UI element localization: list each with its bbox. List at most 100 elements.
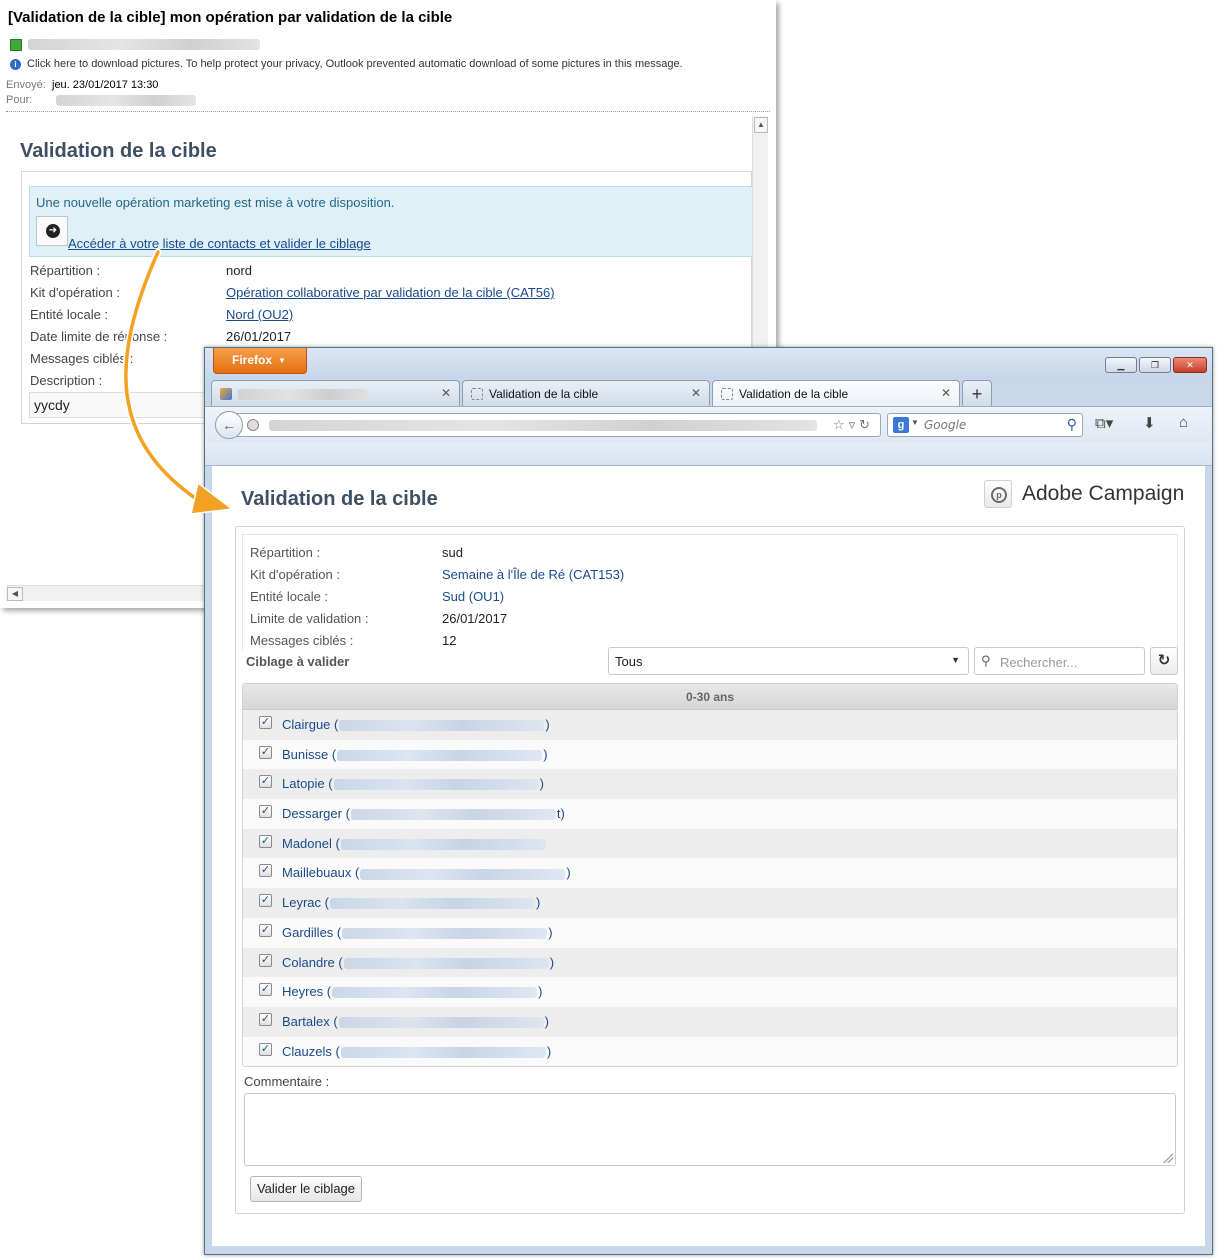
web-search-bar[interactable]: g ▼ Google ⚲: [887, 413, 1083, 437]
contact-checkbox[interactable]: ✓: [259, 716, 272, 729]
refresh-button[interactable]: ↻: [1150, 647, 1178, 675]
field-value: sud: [442, 545, 463, 560]
contact-checkbox[interactable]: ✓: [259, 834, 272, 848]
list-item: ✓ Maillebuaux (): [243, 858, 1177, 889]
contact-entry[interactable]: Latopie (): [282, 776, 544, 791]
picture-info-bar[interactable]: i Click here to download pictures. To hel…: [10, 58, 683, 70]
contact-entry[interactable]: Colandre (): [282, 955, 554, 970]
filter-select[interactable]: Tous ▼: [608, 647, 969, 675]
contact-email-redacted: [329, 898, 535, 910]
contact-items: ✓ Clairgue () ✓ Bunisse () ✓ Latopie () ✓ Dessa…: [243, 710, 1177, 1066]
contact-name: Clairgue: [282, 717, 331, 732]
tab-title: Validation de la cible: [489, 387, 599, 401]
contact-entry[interactable]: Clauzels (): [282, 1044, 551, 1059]
contact-checkbox[interactable]: ✓: [259, 864, 272, 878]
contact-checkbox[interactable]: ✓: [259, 745, 272, 759]
contact-entry[interactable]: Bartalex (): [282, 1014, 549, 1029]
tab-1[interactable]: ✕: [211, 380, 460, 406]
tab-strip: ✕ Validation de la cible ✕ Validation de…: [211, 378, 1211, 406]
contact-checkbox[interactable]: ✓: [259, 953, 272, 967]
go-button[interactable]: ➜: [36, 216, 68, 246]
contact-suffix: ): [548, 924, 553, 940]
sender-address: [28, 39, 260, 51]
close-tab-icon[interactable]: ✕: [691, 386, 701, 400]
list-item: ✓ Leyrac (): [243, 888, 1177, 918]
back-button[interactable]: ←: [215, 411, 243, 439]
list-item: ✓ Heyres (): [243, 977, 1177, 1007]
close-window-button[interactable]: ✕: [1173, 357, 1207, 373]
maximize-button[interactable]: ❐: [1139, 357, 1171, 373]
contact-email-redacted: [340, 838, 546, 850]
contact-entry[interactable]: Leyrac (): [282, 895, 540, 910]
minimize-button[interactable]: ▁: [1105, 357, 1137, 373]
contact-suffix: ): [538, 984, 543, 1000]
contact-email-redacted: [360, 868, 566, 880]
field-label: Limite de validation :: [250, 611, 369, 626]
comment-textarea[interactable]: [244, 1093, 1176, 1166]
contact-search-input[interactable]: ⚲ Rechercher...: [974, 647, 1145, 675]
to-label: Pour:: [6, 94, 33, 106]
contact-checkbox[interactable]: ✓: [259, 805, 272, 819]
field-value: nord: [226, 263, 253, 278]
url-bar[interactable]: ☆▿↻: [235, 413, 881, 437]
navigation-bar: ☆▿↻ ← g ▼ Google ⚲ ⧉▾ ⬇ ⌂: [205, 406, 1212, 442]
close-tab-icon[interactable]: ✕: [941, 386, 951, 400]
sent-label: Envoyé:: [6, 79, 46, 91]
page-title: Validation de la cible: [241, 488, 438, 510]
chevron-down-icon[interactable]: ▼: [911, 418, 919, 427]
google-icon: g: [893, 417, 909, 433]
operation-info: Répartition : sud Kit d'opération : Sema…: [242, 534, 1178, 650]
contact-checkbox[interactable]: ✓: [259, 1012, 272, 1026]
info-icon: i: [10, 59, 21, 70]
contact-suffix: ): [543, 746, 548, 762]
contact-entry[interactable]: Gardilles (): [282, 925, 553, 940]
contact-email-redacted: [338, 1016, 544, 1028]
new-tab-button[interactable]: +: [962, 380, 992, 406]
contact-email-redacted: [337, 749, 543, 761]
contact-entry[interactable]: Dessarger (t): [282, 806, 565, 821]
contact-entry[interactable]: Heyres (): [282, 984, 542, 999]
local-entity-link[interactable]: Nord (OU2): [226, 307, 293, 322]
recipient-address: [56, 94, 196, 106]
validation-card: Répartition : sud Kit d'opération : Sema…: [235, 526, 1185, 1214]
resize-grip-icon[interactable]: [1163, 1153, 1173, 1163]
tab-title-redacted: [238, 389, 368, 401]
home-icon[interactable]: ⌂: [1179, 414, 1188, 431]
contact-checkbox[interactable]: ✓: [259, 775, 272, 789]
bookmarks-icon[interactable]: ⧉▾: [1095, 414, 1113, 432]
firefox-menu-button[interactable]: Firefox ▼: [213, 348, 307, 374]
contact-checkbox[interactable]: ✓: [259, 1042, 272, 1056]
operation-kit-link[interactable]: Semaine à l'Île de Ré (CAT153): [442, 567, 624, 582]
search-icon[interactable]: ⚲: [1067, 416, 1077, 433]
contact-checkbox[interactable]: ✓: [259, 923, 272, 937]
scroll-up-icon[interactable]: ▲: [754, 117, 768, 133]
reload-icon[interactable]: ↻: [859, 417, 874, 432]
contact-entry[interactable]: Maillebuaux (): [282, 865, 571, 880]
operation-kit-link[interactable]: Opération collaborative par validation d…: [226, 285, 555, 300]
tab-3-active[interactable]: Validation de la cible ✕: [712, 380, 960, 406]
list-item: ✓ Bunisse (): [243, 739, 1177, 770]
contact-checkbox[interactable]: ✓: [259, 894, 272, 908]
field-value: 12: [442, 633, 457, 648]
contact-list-link[interactable]: Accéder à votre liste de contacts et val…: [68, 236, 371, 251]
contact-entry[interactable]: Madonel (: [282, 836, 547, 851]
contact-suffix: ): [566, 865, 571, 881]
bookmarks-bar: [205, 442, 1212, 466]
contact-checkbox[interactable]: ✓: [259, 983, 272, 997]
download-icon[interactable]: ⬇: [1143, 414, 1156, 432]
filter-value: Tous: [615, 654, 643, 669]
close-tab-icon[interactable]: ✕: [441, 386, 451, 400]
local-entity-link[interactable]: Sud (OU1): [442, 589, 504, 604]
contact-entry[interactable]: Bunisse (): [282, 747, 548, 762]
contact-email-redacted: [350, 809, 556, 821]
star-icon[interactable]: ☆: [833, 417, 849, 432]
tab-2[interactable]: Validation de la cible ✕: [462, 380, 710, 406]
validate-targeting-button[interactable]: Valider le ciblage: [250, 1176, 362, 1202]
title-bar: Firefox ▼ ▁ ❐ ✕: [205, 348, 1212, 378]
info-bar-text: Click here to download pictures. To help…: [27, 58, 683, 70]
scroll-left-icon[interactable]: ◀: [7, 587, 23, 601]
chevron-down-icon[interactable]: ▿: [849, 417, 860, 432]
sent-value: jeu. 23/01/2017 13:30: [52, 79, 159, 91]
contact-entry[interactable]: Clairgue (): [282, 717, 550, 732]
contact-name: Bunisse: [282, 746, 329, 762]
